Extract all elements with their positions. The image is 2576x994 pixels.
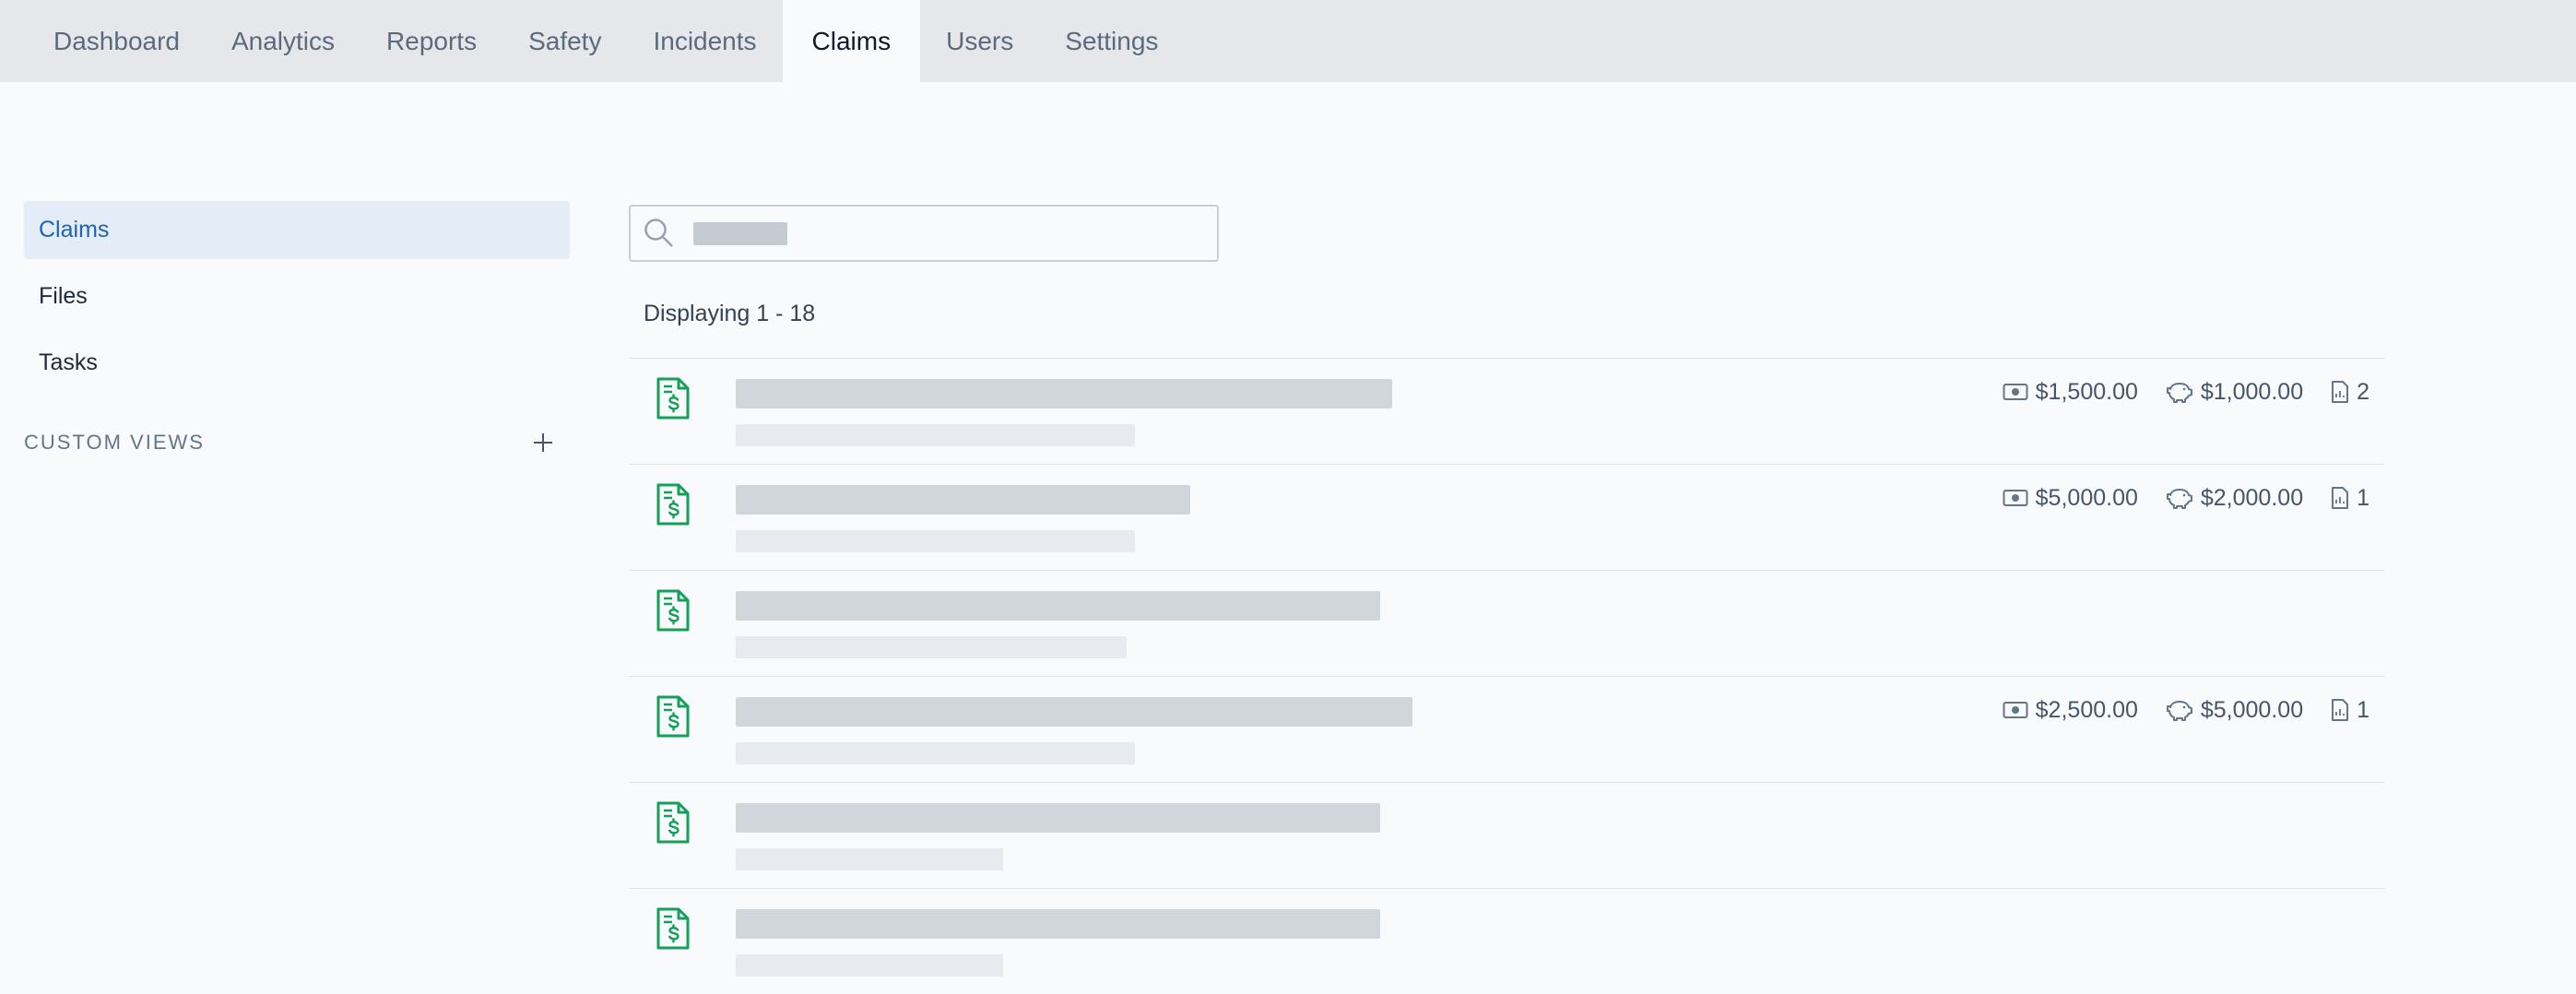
- reserve-amount: $2,000.00: [2166, 485, 2303, 512]
- add-custom-view-button[interactable]: [529, 429, 557, 456]
- custom-views-label: CUSTOM VIEWS: [24, 431, 205, 454]
- claim-title-redacted: [736, 485, 1190, 515]
- claim-row[interactable]: [629, 571, 2384, 677]
- claim-row[interactable]: [629, 889, 2384, 994]
- claim-document-icon: [656, 801, 690, 844]
- claim-title-redacted: [736, 697, 1412, 727]
- file-count: 2: [2331, 379, 2369, 406]
- tab-safety[interactable]: Safety: [502, 0, 627, 82]
- plus-icon: [534, 433, 552, 452]
- claim-title-redacted: [736, 803, 1380, 833]
- search-input[interactable]: [686, 214, 1202, 253]
- claim-document-icon: [656, 589, 690, 632]
- claim-subtitle-redacted: [736, 636, 1127, 658]
- tab-settings[interactable]: Settings: [1039, 0, 1184, 82]
- claim-subtitle-redacted: [736, 424, 1135, 446]
- custom-views-header: CUSTOM VIEWS: [24, 429, 570, 456]
- claim-row[interactable]: $1,500.00 $1,000.00 2: [629, 359, 2384, 465]
- file-icon: [2332, 381, 2349, 403]
- tab-reports[interactable]: Reports: [360, 0, 502, 82]
- money-icon: [2003, 384, 2028, 400]
- file-icon: [2332, 487, 2349, 509]
- claim-row[interactable]: [629, 783, 2384, 889]
- claim-meta: $5,000.00 $2,000.00 1: [2003, 483, 2369, 513]
- file-icon: [2332, 699, 2349, 721]
- sidebar: Claims Files Tasks CUSTOM VIEWS: [24, 201, 570, 456]
- claim-document-icon: [656, 483, 690, 526]
- reserve-amount: $1,000.00: [2166, 379, 2303, 406]
- tab-claims[interactable]: Claims: [782, 0, 921, 82]
- reserve-amount-value: $2,000.00: [2200, 484, 2304, 511]
- search-box: [629, 205, 1219, 262]
- paid-amount-value: $1,500.00: [2035, 378, 2138, 405]
- claim-title-redacted: [736, 591, 1380, 621]
- paid-amount-value: $2,500.00: [2035, 696, 2138, 723]
- paid-amount: $1,500.00: [2003, 379, 2138, 406]
- reserve-amount-value: $1,000.00: [2200, 378, 2304, 405]
- sidebar-item-tasks[interactable]: Tasks: [24, 334, 570, 392]
- top-nav: Dashboard Analytics Reports Safety Incid…: [0, 0, 2576, 82]
- claim-subtitle-redacted: [736, 954, 1003, 976]
- claim-title-redacted: [736, 909, 1380, 939]
- claims-list: $1,500.00 $1,000.00 2 $5,000.00 $2,000.00 1 $2…: [629, 358, 2384, 994]
- piggy-bank-icon: [2166, 489, 2192, 509]
- claim-row[interactable]: $2,500.00 $5,000.00 1: [629, 677, 2384, 783]
- sidebar-item-claims[interactable]: Claims: [24, 201, 570, 259]
- tab-dashboard[interactable]: Dashboard: [28, 0, 206, 82]
- tab-analytics[interactable]: Analytics: [206, 0, 360, 82]
- claim-subtitle-redacted: [736, 848, 1003, 870]
- claim-document-icon: [656, 695, 690, 738]
- claim-subtitle-redacted: [736, 742, 1135, 764]
- file-count-value: 2: [2357, 378, 2369, 405]
- paid-amount: $2,500.00: [2003, 697, 2138, 724]
- reserve-amount-value: $5,000.00: [2200, 696, 2304, 723]
- file-count: 1: [2331, 697, 2369, 724]
- claim-document-icon: [656, 907, 690, 950]
- claim-subtitle-redacted: [736, 530, 1135, 552]
- claim-meta: $2,500.00 $5,000.00 1: [2003, 695, 2369, 725]
- money-icon: [2003, 702, 2028, 718]
- sidebar-item-files[interactable]: Files: [24, 267, 570, 325]
- paid-amount: $5,000.00: [2003, 485, 2138, 512]
- search-icon: [644, 219, 673, 247]
- claim-document-icon: [656, 377, 690, 420]
- reserve-amount: $5,000.00: [2166, 697, 2303, 724]
- piggy-bank-icon: [2166, 383, 2192, 403]
- paid-amount-value: $5,000.00: [2035, 484, 2138, 511]
- piggy-bank-icon: [2166, 701, 2192, 721]
- claim-row[interactable]: $5,000.00 $2,000.00 1: [629, 465, 2384, 571]
- tab-users[interactable]: Users: [920, 0, 1039, 82]
- claim-meta: $1,500.00 $1,000.00 2: [2003, 377, 2369, 407]
- file-count-value: 1: [2357, 484, 2369, 511]
- file-count-value: 1: [2357, 696, 2369, 723]
- tab-incidents[interactable]: Incidents: [627, 0, 782, 82]
- money-icon: [2003, 490, 2028, 506]
- claim-title-redacted: [736, 379, 1392, 408]
- results-count: Displaying 1 - 18: [644, 301, 816, 326]
- file-count: 1: [2331, 485, 2369, 512]
